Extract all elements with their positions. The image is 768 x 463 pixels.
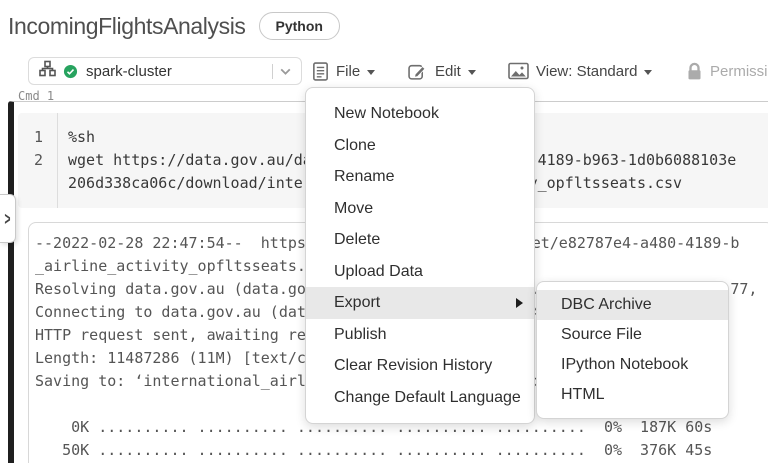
menu-item-new-notebook[interactable]: New Notebook xyxy=(306,98,534,130)
menu-item-ipython-notebook[interactable]: IPython Notebook xyxy=(537,350,728,380)
line-number xyxy=(18,172,57,195)
view-menu-label: View: Standard xyxy=(536,62,638,80)
menu-item-label: Export xyxy=(334,294,381,311)
sitemap-icon xyxy=(39,60,56,82)
menu-item-move[interactable]: Move xyxy=(306,193,534,225)
caret-down-icon xyxy=(467,69,476,75)
menu-item-publish[interactable]: Publish xyxy=(306,319,534,351)
code-text[interactable]: %sh xyxy=(57,126,95,149)
lock-icon xyxy=(686,62,703,81)
divider xyxy=(272,63,273,79)
menu-item-delete[interactable]: Delete xyxy=(306,224,534,256)
cluster-selector[interactable]: spark-cluster xyxy=(28,57,302,85)
notebook-toolbar: spark-cluster File Edit View: Standard P… xyxy=(28,57,768,87)
file-menu-label: File xyxy=(336,62,361,80)
line-number: 1 xyxy=(33,128,43,146)
permissions-button[interactable]: Permissions xyxy=(686,57,768,85)
caret-down-icon xyxy=(644,69,653,75)
file-menu-dropdown: New Notebook Clone Rename Move Delete Up… xyxy=(305,87,535,424)
notebook-title: IncomingFlightsAnalysis xyxy=(8,12,246,39)
notebook-header: IncomingFlightsAnalysis Python xyxy=(8,12,340,40)
export-submenu: DBC Archive Source File IPython Notebook… xyxy=(536,281,729,419)
line-number: 2 xyxy=(33,151,43,169)
edit-menu-label: Edit xyxy=(435,62,461,80)
check-circle-icon xyxy=(63,64,78,79)
menu-item-change-default-language[interactable]: Change Default Language xyxy=(306,382,534,414)
menu-item-clone[interactable]: Clone xyxy=(306,130,534,162)
view-menu-button[interactable]: View: Standard xyxy=(508,57,653,85)
caret-down-icon xyxy=(367,69,376,75)
permissions-label: Permissions xyxy=(710,62,768,80)
language-badge[interactable]: Python xyxy=(258,12,340,40)
menu-item-rename[interactable]: Rename xyxy=(306,161,534,193)
submenu-arrow-icon xyxy=(516,297,523,308)
sidebar-expand-toggle[interactable]: > xyxy=(0,194,16,243)
menu-item-clear-revision-history[interactable]: Clear Revision History xyxy=(306,350,534,382)
menu-item-upload-data[interactable]: Upload Data xyxy=(306,256,534,288)
file-menu-button[interactable]: File xyxy=(312,57,376,85)
menu-item-export[interactable]: Export xyxy=(306,287,534,319)
menu-item-source-file[interactable]: Source File xyxy=(537,320,728,350)
edit-menu-button[interactable]: Edit xyxy=(408,57,476,85)
menu-item-html[interactable]: HTML xyxy=(537,380,728,410)
image-icon xyxy=(508,62,529,80)
pencil-square-icon xyxy=(408,62,428,81)
document-icon xyxy=(312,61,329,81)
chevron-right-icon: > xyxy=(4,208,11,229)
cluster-name: spark-cluster xyxy=(86,62,172,80)
chevron-down-icon[interactable] xyxy=(278,64,293,79)
output-line: 50K .......... .......... .......... ...… xyxy=(35,441,713,459)
menu-item-dbc-archive[interactable]: DBC Archive xyxy=(537,290,728,320)
